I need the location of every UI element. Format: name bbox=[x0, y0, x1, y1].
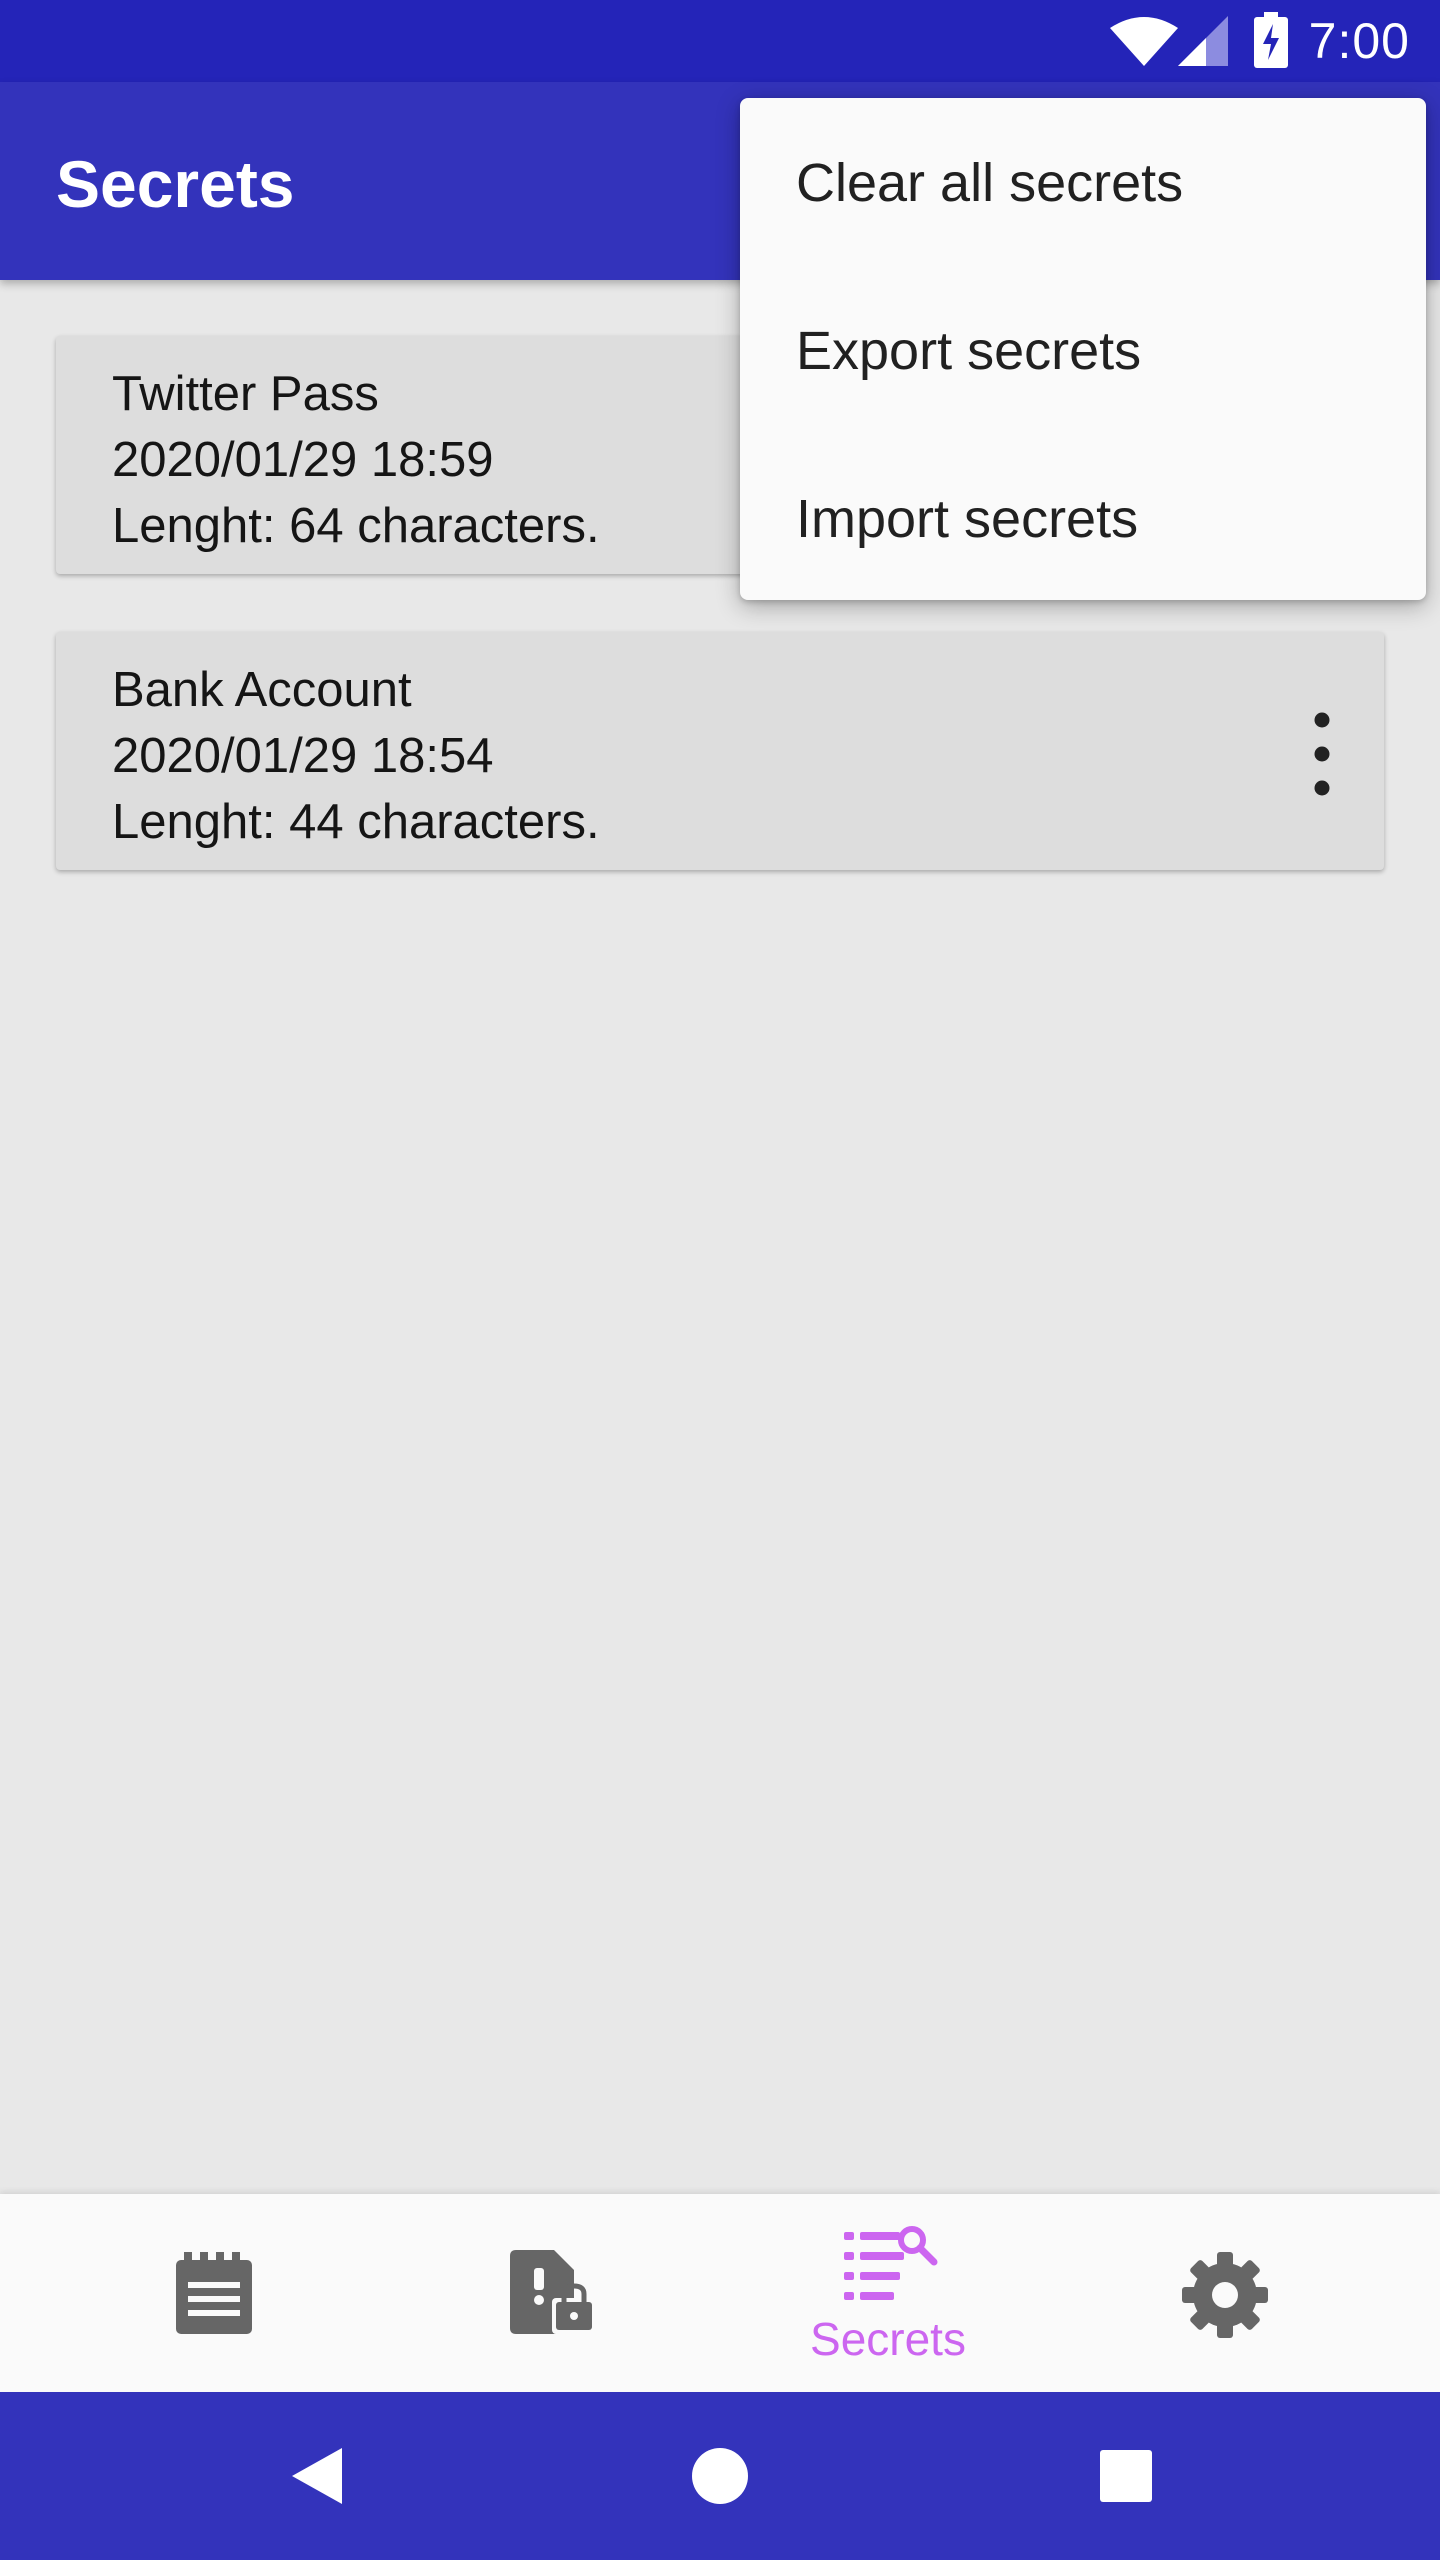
status-time: 7:00 bbox=[1308, 13, 1410, 69]
system-navigation-bar bbox=[0, 2392, 1440, 2560]
nav-label-secrets: Secrets bbox=[810, 2313, 966, 2365]
overflow-menu: Clear all secrets Export secrets Import … bbox=[740, 98, 1426, 600]
wifi-icon bbox=[1110, 17, 1178, 66]
secret-name: Twitter Pass bbox=[112, 367, 379, 421]
page-title: Secrets bbox=[56, 147, 295, 221]
menu-item-clear-all-secrets[interactable]: Clear all secrets bbox=[796, 152, 1183, 214]
back-icon[interactable] bbox=[288, 2446, 344, 2506]
nav-item-secrets[interactable]: Secrets bbox=[708, 2194, 1068, 2392]
gear-icon bbox=[1182, 2252, 1268, 2338]
notes-icon bbox=[176, 2252, 252, 2334]
secret-date: 2020/01/29 18:59 bbox=[112, 433, 494, 487]
menu-item-export-secrets[interactable]: Export secrets bbox=[796, 320, 1141, 382]
recents-icon[interactable] bbox=[1098, 2448, 1154, 2504]
secrets-list-search-icon bbox=[844, 2226, 938, 2300]
secret-length: Lenght: 64 characters. bbox=[112, 499, 600, 553]
menu-item-import-secrets[interactable]: Import secrets bbox=[796, 488, 1138, 550]
home-icon[interactable] bbox=[690, 2446, 750, 2506]
nav-item-locked-files[interactable] bbox=[370, 2194, 730, 2392]
battery-charging-icon bbox=[1254, 12, 1288, 68]
secret-date: 2020/01/29 18:54 bbox=[112, 729, 494, 783]
status-bar: 7:00 bbox=[0, 0, 1440, 82]
nav-item-settings[interactable] bbox=[1046, 2194, 1406, 2392]
secret-length: Lenght: 44 characters. bbox=[112, 795, 600, 849]
bottom-navigation: Secrets bbox=[0, 2194, 1440, 2392]
secret-name: Bank Account bbox=[112, 663, 412, 717]
locked-file-icon bbox=[510, 2250, 596, 2334]
more-vert-icon[interactable] bbox=[1292, 694, 1352, 814]
nav-item-notes[interactable] bbox=[32, 2194, 392, 2392]
signal-icon bbox=[1178, 16, 1228, 66]
secret-card[interactable]: Bank Account 2020/01/29 18:54 Lenght: 44… bbox=[56, 632, 1384, 870]
